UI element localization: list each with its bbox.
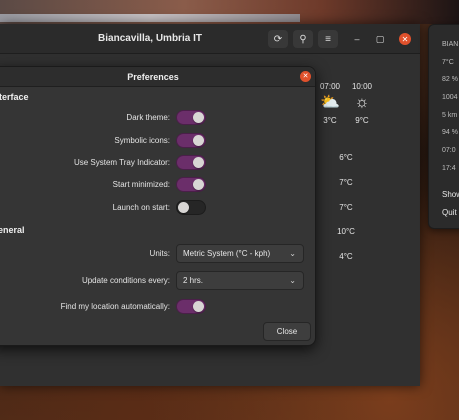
tray-indicator-switch[interactable]: [176, 155, 206, 170]
daily-temp: 7°C: [339, 203, 353, 212]
menu-sunset: 17:4: [442, 165, 456, 172]
close-icon: ✕: [401, 34, 409, 44]
menu-location-info: BIAN: [442, 41, 459, 48]
menu-pressure: 1004: [442, 94, 458, 101]
section-title-interface: Interface: [0, 92, 29, 102]
hour-temp: 9°C: [355, 116, 369, 125]
location-button[interactable]: ⚲: [293, 30, 313, 48]
chevron-down-icon: ⌄: [289, 249, 296, 258]
launch-on-start-switch[interactable]: [176, 200, 206, 215]
daily-temp: 6°C: [339, 153, 353, 162]
wallpaper-sky-strip: [0, 14, 300, 22]
refresh-icon: ⟳: [273, 33, 283, 45]
dialog-title: Preferences: [127, 72, 179, 82]
hourly-forecast-item: 10:00 ☼ 9°C: [347, 82, 377, 125]
sunny-icon: ☼: [354, 94, 370, 111]
app-popup-menu: BIAN 7°C 82 % 1004 5 km 94 % 07:0 17:4 S…: [428, 24, 459, 229]
daily-temp: 10°C: [337, 227, 355, 236]
menu-humidity: 82 %: [442, 76, 458, 83]
preferences-dialog: Preferences ✕ Interface Dark theme: Symb…: [0, 66, 316, 346]
window-headerbar: Biancavilla, Umbria IT ⟳ ⚲ ≡ – ▢ ✕: [0, 24, 420, 54]
menu-button[interactable]: ≡: [318, 30, 338, 48]
maximize-button[interactable]: ▢: [374, 33, 386, 45]
update-interval-value: 2 hrs.: [183, 276, 204, 285]
maximize-icon: ▢: [375, 33, 385, 44]
units-label: Units:: [149, 249, 170, 258]
start-minimized-switch[interactable]: [176, 177, 206, 192]
start-minimized-label: Start minimized:: [112, 180, 170, 189]
units-dropdown[interactable]: Metric System (°C - kph) ⌄: [176, 244, 304, 263]
menu-show-item[interactable]: Show: [442, 190, 459, 199]
menu-visibility: 5 km: [442, 112, 458, 119]
hamburger-menu-icon: ≡: [325, 33, 331, 45]
switch-knob: [193, 157, 204, 168]
launch-on-start-label: Launch on start:: [112, 203, 170, 212]
find-location-switch[interactable]: [176, 299, 206, 314]
refresh-button[interactable]: ⟳: [268, 30, 288, 48]
units-value: Metric System (°C - kph): [183, 249, 271, 258]
close-button[interactable]: Close: [263, 322, 311, 341]
section-title-general: General: [0, 225, 25, 235]
tray-indicator-label: Use System Tray Indicator:: [73, 158, 170, 167]
switch-knob: [193, 179, 204, 190]
window-close-button[interactable]: ✕: [399, 33, 411, 45]
symbolic-icons-label: Symbolic icons:: [114, 136, 170, 145]
switch-knob: [193, 135, 204, 146]
hour-time: 10:00: [351, 82, 373, 91]
menu-cloudiness: 94 %: [442, 129, 458, 136]
daily-temp: 4°C: [339, 252, 353, 261]
daily-temp: 7°C: [339, 178, 353, 187]
hourly-forecast-item: 07:00 ⛅ 3°C: [315, 82, 345, 125]
update-interval-label: Update conditions every:: [81, 276, 170, 285]
minimize-icon: –: [354, 34, 360, 44]
location-pin-icon: ⚲: [299, 33, 307, 45]
switch-knob: [193, 112, 204, 123]
menu-sunrise: 07:0: [442, 147, 456, 154]
minimize-button[interactable]: –: [351, 33, 363, 45]
menu-quit-item[interactable]: Quit: [442, 208, 457, 217]
chevron-down-icon: ⌄: [289, 276, 296, 285]
find-location-label: Find my location automatically:: [60, 302, 170, 311]
update-interval-dropdown[interactable]: 2 hrs. ⌄: [176, 271, 304, 290]
dialog-close-button[interactable]: ✕: [300, 71, 311, 82]
dialog-header: Preferences ✕: [0, 67, 315, 87]
hour-temp: 3°C: [323, 116, 337, 125]
window-title: Biancavilla, Umbria IT: [98, 33, 202, 44]
switch-knob: [193, 301, 204, 312]
menu-temperature: 7°C: [442, 59, 454, 66]
dark-theme-switch[interactable]: [176, 110, 206, 125]
dark-theme-label: Dark theme:: [126, 113, 170, 122]
partly-cloudy-icon: ⛅: [320, 94, 340, 111]
hour-time: 07:00: [319, 82, 341, 91]
symbolic-icons-switch[interactable]: [176, 133, 206, 148]
close-icon: ✕: [302, 73, 309, 80]
switch-knob: [178, 202, 189, 213]
